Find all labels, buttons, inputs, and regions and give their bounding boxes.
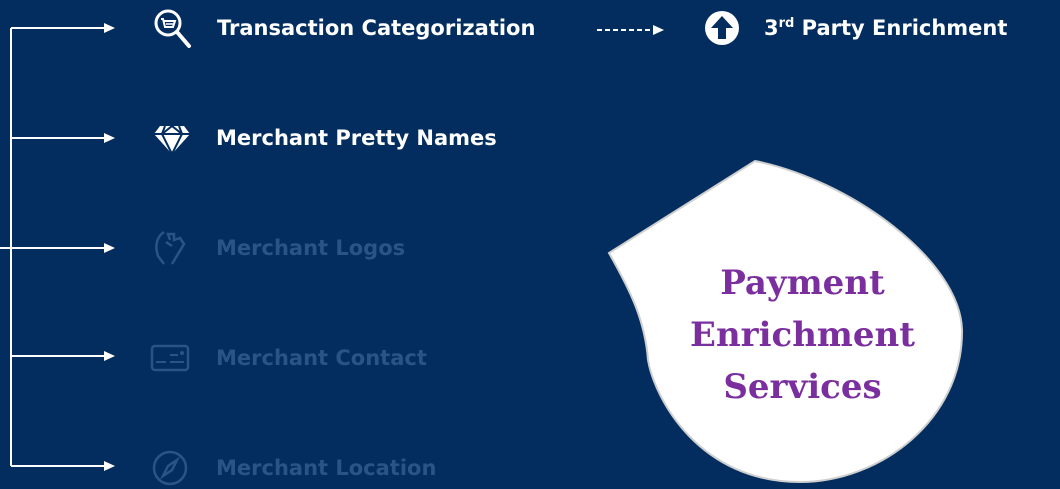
third-party-enrichment: 3rd Party Enrichment bbox=[702, 8, 1007, 48]
logo-hands-icon bbox=[150, 228, 190, 268]
enrichment-superscript: rd bbox=[778, 16, 795, 31]
search-category-icon bbox=[152, 8, 192, 48]
service-merchant-logos: Merchant Logos bbox=[150, 228, 405, 268]
service-merchant-pretty-names: Merchant Pretty Names bbox=[152, 118, 497, 158]
service-label: Merchant Logos bbox=[216, 236, 406, 260]
diamond-icon bbox=[152, 118, 192, 158]
enrichment-rest: Party Enrichment bbox=[794, 16, 1008, 40]
service-merchant-contact: Merchant Contact bbox=[150, 338, 427, 378]
callout-line: Services bbox=[723, 367, 882, 407]
service-label: Merchant Contact bbox=[216, 346, 427, 370]
enrichment-prefix: 3 bbox=[764, 16, 779, 40]
arrowhead bbox=[104, 461, 115, 471]
service-label: Transaction Categorization bbox=[217, 16, 536, 40]
arrowhead bbox=[104, 243, 115, 253]
contact-card-icon bbox=[150, 338, 190, 378]
arrow-up-circle-icon bbox=[702, 8, 742, 48]
callout-text: Payment Enrichment Services bbox=[660, 257, 945, 413]
arrowhead bbox=[104, 351, 115, 361]
callout-line: Payment bbox=[720, 263, 885, 303]
service-merchant-location: Merchant Location bbox=[150, 448, 436, 488]
arrowhead bbox=[104, 23, 115, 33]
compass-icon bbox=[150, 448, 190, 488]
callout-line: Enrichment bbox=[690, 315, 915, 355]
service-transaction-categorization: Transaction Categorization bbox=[152, 8, 535, 48]
arrowhead bbox=[104, 133, 115, 143]
service-label: Merchant Pretty Names bbox=[216, 126, 497, 150]
enrichment-label: 3rd Party Enrichment bbox=[764, 16, 1007, 40]
service-label: Merchant Location bbox=[216, 456, 437, 480]
dashed-arrowhead bbox=[653, 25, 664, 35]
